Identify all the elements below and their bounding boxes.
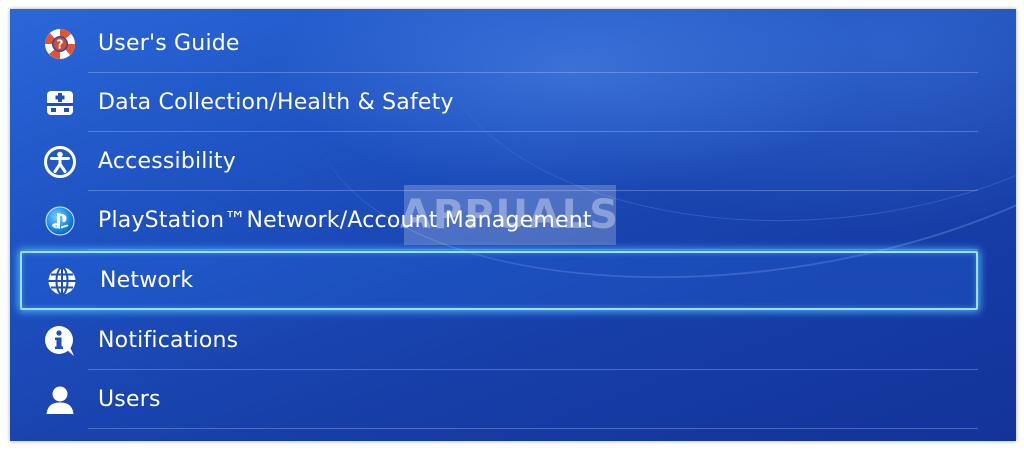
playstation-network-icon — [42, 203, 78, 239]
menu-item-users-guide[interactable]: ? User's Guide — [20, 14, 978, 73]
menu-item-label: User's Guide — [98, 30, 240, 56]
menu-item-label: Notifications — [98, 327, 239, 353]
menu-item-label: Users — [98, 386, 161, 412]
menu-item-data-collection-health-safety[interactable]: Data Collection/Health & Safety — [20, 73, 978, 132]
divider — [88, 428, 978, 429]
user-icon — [42, 382, 78, 418]
menu-item-label: Accessibility — [98, 148, 236, 174]
settings-screen: ? User's Guide Data Collection/Health & … — [10, 9, 1016, 441]
lifebuoy-help-icon: ? — [42, 26, 78, 62]
menu-item-label: Data Collection/Health & Safety — [98, 89, 454, 115]
accessibility-icon — [42, 144, 78, 180]
menu-item-playstation-network[interactable]: PlayStation™Network/Account Management — [20, 191, 978, 250]
menu-item-label: PlayStation™Network/Account Management — [98, 207, 592, 233]
info-notification-icon — [42, 323, 78, 359]
menu-item-users[interactable]: Users — [20, 370, 978, 429]
divider — [88, 249, 978, 250]
globe-icon — [44, 263, 80, 299]
svg-text:?: ? — [57, 37, 64, 51]
menu-item-label: Network — [100, 267, 194, 293]
menu-item-accessibility[interactable]: Accessibility — [20, 132, 978, 191]
health-kit-icon — [42, 85, 78, 121]
menu-item-notifications[interactable]: Notifications — [20, 311, 978, 370]
menu-item-network[interactable]: Network — [20, 251, 978, 310]
